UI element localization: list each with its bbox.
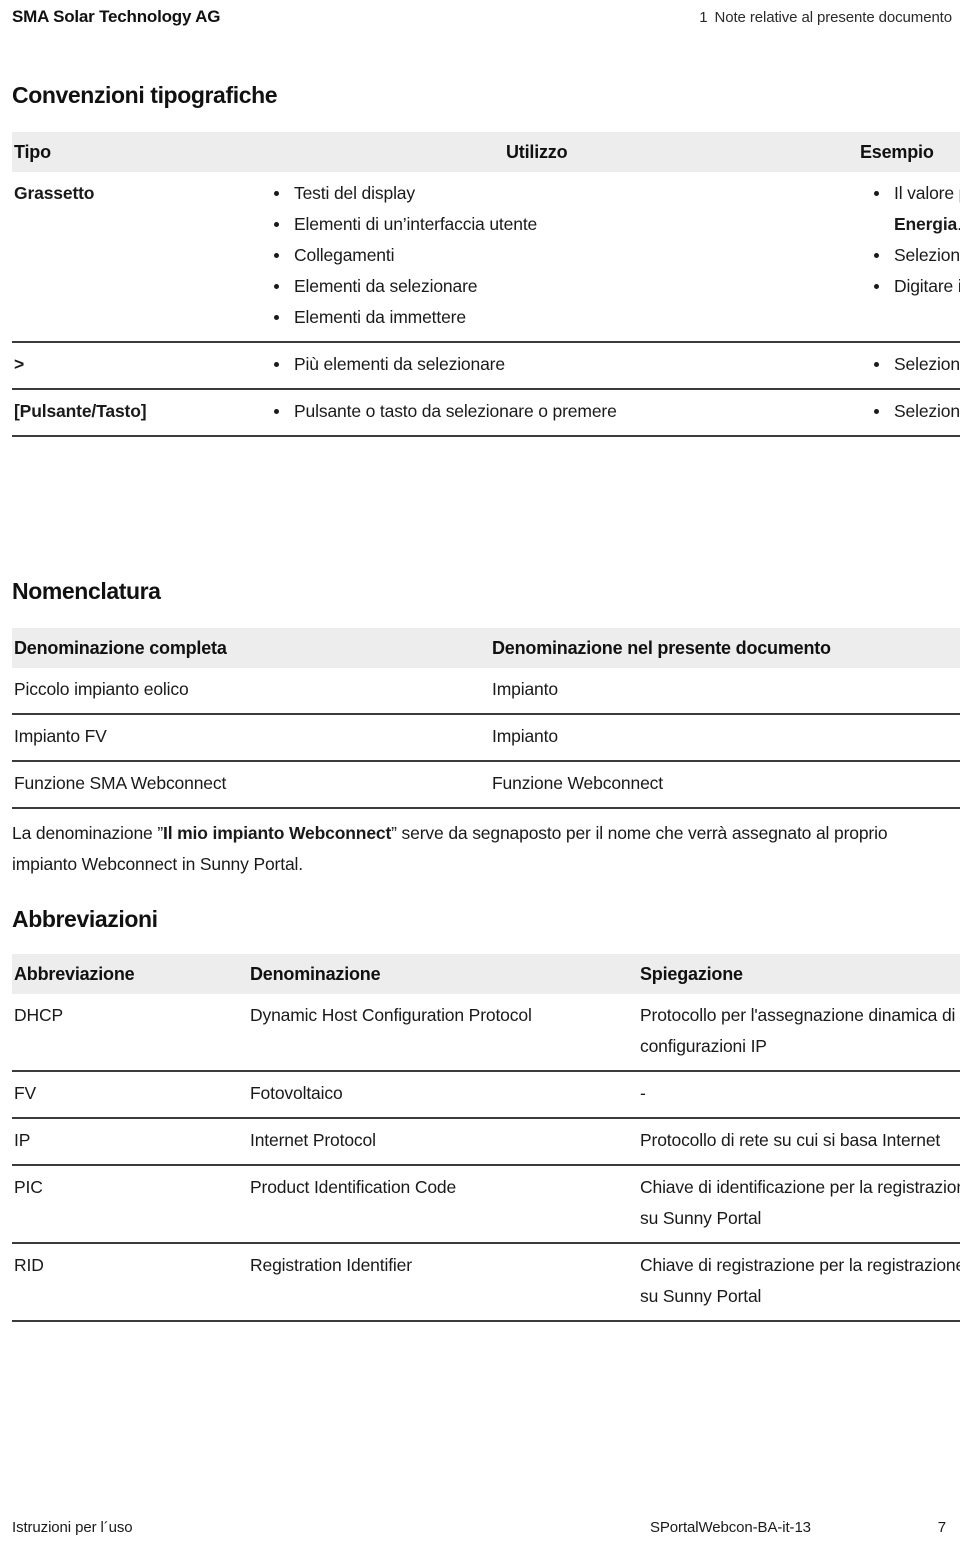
example-bullet-list: Selezionare Configurazioni > Data. [862, 349, 960, 380]
table-row: PIC Product Identification Code Chiave d… [12, 1165, 960, 1244]
abbreviation-explanation: Protocollo per l'assegnazione dinamica d… [638, 994, 960, 1072]
conventions-example-cell: Selezionare [Avanti]. [860, 389, 960, 437]
table-header-row: Abbreviazione Denominazione Spiegazione [12, 954, 960, 994]
list-item: Collegamenti [274, 240, 850, 271]
usage-bullet-list: Testi del display Elementi di un’interfa… [262, 178, 850, 333]
column-header-esempio: Esempio [860, 142, 934, 162]
conventions-type-cell: Grassetto [12, 172, 260, 343]
header-chapter-number: 1 [699, 8, 708, 26]
column-header-denominazione-documento: Denominazione nel presente documento [492, 638, 831, 658]
table-row: FV Fotovoltaico - [12, 1071, 960, 1119]
abbreviations-table-head: Abbreviazione Denominazione Spiegazione [12, 954, 960, 994]
list-item: Selezionare Configurazioni. [874, 240, 960, 271]
nomenclature-table-body: Piccolo impianto eolico Impianto Impiant… [12, 668, 960, 809]
list-item: Pulsante o tasto da selezionare o premer… [274, 396, 850, 427]
list-item: Digitare il valore 10 nel campo Minuti. [874, 271, 960, 302]
table-row: Grassetto Testi del display Elementi di … [12, 172, 960, 343]
usage-bullet-list: Più elementi da selezionare [262, 349, 850, 380]
conventions-type-cell: [Pulsante/Tasto] [12, 389, 260, 437]
header-company-name: SMA Solar Technology AG [12, 7, 221, 26]
nomenclature-note-paragraph: La denominazione ”Il mio impianto Webcon… [12, 823, 888, 874]
table-row: Funzione SMA Webconnect Funzione Webconn… [12, 761, 960, 809]
conventions-usage-cell: Testi del display Elementi di un’interfa… [260, 172, 860, 343]
table-header-row: Tipo Utilizzo Esempio [12, 132, 960, 172]
abbreviation-code: DHCP [12, 994, 248, 1072]
table-row: > Più elementi da selezionare Selezionar… [12, 342, 960, 390]
conventions-example-cell: Il valore può essere letto nel campo Ene… [860, 172, 960, 343]
nomenclature-doc-name: Funzione Webconnect [490, 761, 960, 809]
list-item: Il valore può essere letto nel campo Ene… [874, 178, 960, 240]
header-chapter: 1 Note relative al presente documento [699, 9, 952, 26]
table-row: DHCP Dynamic Host Configuration Protocol… [12, 994, 960, 1072]
column-header-tipo: Tipo [14, 142, 51, 162]
table-row: RID Registration Identifier Chiave di re… [12, 1243, 960, 1322]
abbreviation-explanation: Chiave di registrazione per la registraz… [638, 1243, 960, 1322]
table-row: IP Internet Protocol Protocollo di rete … [12, 1118, 960, 1166]
abbreviation-code: RID [12, 1243, 248, 1322]
section-title-nomenclature: Nomenclatura [12, 578, 161, 604]
table-row: [Pulsante/Tasto] Pulsante o tasto da sel… [12, 389, 960, 437]
document-page: SMA Solar Technology AG 1 Note relative … [0, 0, 960, 1553]
abbreviation-name: Dynamic Host Configuration Protocol [248, 994, 638, 1072]
footer-document-type: Istruzioni per l´uso [12, 1518, 133, 1536]
table-row: Piccolo impianto eolico Impianto [12, 668, 960, 715]
nomenclature-full-name: Piccolo impianto eolico [12, 668, 490, 715]
conventions-type-cell: > [12, 342, 260, 390]
example-bullet-list: Selezionare [Avanti]. [862, 396, 960, 427]
abbreviation-name: Product Identification Code [248, 1165, 638, 1244]
table-row: Impianto FV Impianto [12, 714, 960, 762]
section-title-abbreviations: Abbreviazioni [12, 906, 158, 932]
nomenclature-doc-name: Impianto [490, 668, 960, 715]
list-item: Elementi da selezionare [274, 271, 850, 302]
abbreviation-explanation: - [638, 1071, 960, 1119]
nomenclature-table: Denominazione completa Denominazione nel… [12, 628, 960, 809]
abbreviation-code: PIC [12, 1165, 248, 1244]
table-header-row: Denominazione completa Denominazione nel… [12, 628, 960, 668]
list-item: Elementi da immettere [274, 302, 850, 333]
nomenclature-full-name: Funzione SMA Webconnect [12, 761, 490, 809]
list-item: Elementi di un’interfaccia utente [274, 209, 850, 240]
column-header-spiegazione: Spiegazione [640, 964, 743, 984]
abbreviation-code: FV [12, 1071, 248, 1119]
abbreviation-name: Registration Identifier [248, 1243, 638, 1322]
footer-page-number: 7 [937, 1518, 946, 1536]
example-bullet-list: Il valore può essere letto nel campo Ene… [862, 178, 960, 302]
list-item: Selezionare Configurazioni > Data. [874, 349, 960, 380]
footer-document-code: SPortalWebcon-BA-it-13 [650, 1518, 811, 1536]
section-title-conventions: Convenzioni tipografiche [12, 82, 278, 108]
page-footer: Istruzioni per l´uso SPortalWebcon-BA-it… [0, 1515, 960, 1539]
abbreviation-code: IP [12, 1118, 248, 1166]
column-header-denominazione-completa: Denominazione completa [14, 638, 227, 658]
conventions-table-head: Tipo Utilizzo Esempio [12, 132, 960, 172]
list-item: Testi del display [274, 178, 850, 209]
nomenclature-doc-name: Impianto [490, 714, 960, 762]
column-header-utilizzo: Utilizzo [506, 142, 568, 162]
typographic-conventions-table: Tipo Utilizzo Esempio Grassetto Testi de… [12, 132, 960, 437]
list-item: Selezionare [Avanti]. [874, 396, 960, 427]
abbreviation-name: Internet Protocol [248, 1118, 638, 1166]
column-header-denominazione: Denominazione [250, 964, 381, 984]
abbreviation-explanation: Protocollo di rete su cui si basa Intern… [638, 1118, 960, 1166]
nomenclature-table-head: Denominazione completa Denominazione nel… [12, 628, 960, 668]
conventions-table-body: Grassetto Testi del display Elementi di … [12, 172, 960, 437]
conventions-example-cell: Selezionare Configurazioni > Data. [860, 342, 960, 390]
nomenclature-full-name: Impianto FV [12, 714, 490, 762]
header-chapter-title: Note relative al presente documento [714, 8, 953, 26]
usage-bullet-list: Pulsante o tasto da selezionare o premer… [262, 396, 850, 427]
abbreviation-explanation: Chiave di identificazione per la registr… [638, 1165, 960, 1244]
abbreviations-table: Abbreviazione Denominazione Spiegazione … [12, 954, 960, 1322]
conventions-usage-cell: Pulsante o tasto da selezionare o premer… [260, 389, 860, 437]
list-item: Più elementi da selezionare [274, 349, 850, 380]
conventions-usage-cell: Più elementi da selezionare [260, 342, 860, 390]
column-header-abbreviazione: Abbreviazione [14, 964, 135, 984]
abbreviations-table-body: DHCP Dynamic Host Configuration Protocol… [12, 994, 960, 1322]
abbreviation-name: Fotovoltaico [248, 1071, 638, 1119]
running-header: SMA Solar Technology AG 1 Note relative … [0, 4, 960, 30]
